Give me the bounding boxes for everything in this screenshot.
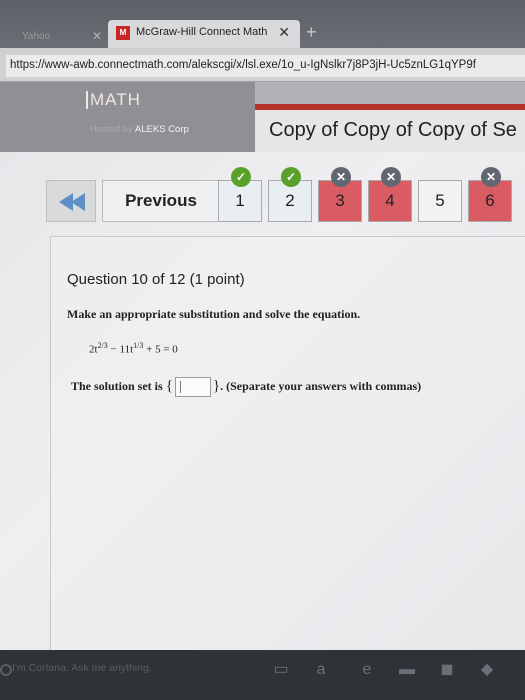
question-box-2[interactable]: ✓ 2 [268, 167, 312, 222]
amazon-icon[interactable]: a [312, 661, 330, 679]
answer-input[interactable] [174, 377, 211, 397]
tab-label: McGraw-Hill Connect Math [136, 26, 268, 38]
question-box-4[interactable]: ✕ 4 [368, 167, 412, 222]
solution-prefix: The solution set is [71, 378, 163, 393]
question-box-1[interactable]: ✓ 1 [218, 167, 262, 222]
hosted-by-label: Hosted by [90, 124, 133, 135]
rewind-arrow-icon[interactable] [46, 180, 96, 222]
browser-tab-strip: Yahoo ✕ M McGraw-Hill Connect Math ✕ + [0, 0, 525, 48]
equation-term-2: − 11t [107, 343, 134, 356]
question-number: 6 [485, 191, 495, 210]
question-number: 1 [235, 191, 245, 210]
favicon-icon: M [116, 26, 130, 40]
tab-label: Yahoo [22, 31, 51, 42]
equation-term-1: 2t [89, 343, 98, 356]
hosted-company: ALEKS Corp [134, 124, 189, 135]
equation-exponent-2: 1/3 [133, 341, 144, 350]
url-field[interactable]: https://www-awb.connectmath.com/alekscgi… [6, 55, 525, 77]
equation-exponent-1: 2/3 [97, 341, 108, 350]
address-bar: https://www-awb.connectmath.com/alekscgi… [0, 48, 525, 82]
close-icon[interactable]: ✕ [92, 29, 102, 43]
question-number: 3 [335, 191, 345, 210]
math-logo: MATH [86, 91, 141, 109]
question-title: Question 10 of 12 (1 point) [67, 271, 245, 288]
x-mark-icon: ✕ [481, 167, 501, 187]
equation-tail: + 5 = 0 [143, 343, 178, 356]
question-box-6[interactable]: ✕ 6 [468, 167, 512, 222]
course-title: Copy of Copy of Copy of Se [269, 119, 517, 141]
question-number: 5 [435, 191, 445, 210]
checkmark-icon: ✓ [231, 167, 251, 187]
question-box-3[interactable]: ✕ 3 [318, 167, 362, 222]
brand-band: MATH Hosted by ALEKS Corp [0, 82, 255, 152]
x-mark-icon: ✕ [331, 167, 351, 187]
solution-line: The solution set is {}. (Separate your a… [71, 377, 421, 397]
dropbox-icon[interactable]: ◆ [478, 661, 496, 679]
file-explorer-icon[interactable]: ▬ [398, 661, 416, 679]
main-content: Previous ✓ 1 ✓ 2 ✕ 3 ✕ 4 5 ✕ 6 Question … [0, 152, 525, 650]
equation: 2t2/3 − 11t1/3 + 5 = 0 [89, 341, 178, 356]
open-brace: { [165, 377, 173, 394]
browser-tab-inactive[interactable]: Yahoo ✕ [0, 26, 110, 48]
solution-suffix: . (Separate your answers with commas) [220, 378, 422, 393]
cortana-search[interactable]: I'm Cortana. Ask me anything. [0, 658, 250, 682]
question-box-5[interactable]: 5 [418, 180, 462, 222]
x-mark-icon: ✕ [381, 167, 401, 187]
question-panel: Question 10 of 12 (1 point) Make an appr… [50, 236, 525, 650]
task-view-icon[interactable]: ▭ [272, 661, 290, 679]
question-number: 2 [285, 191, 295, 210]
question-number: 4 [385, 191, 395, 210]
new-tab-icon[interactable]: + [306, 22, 317, 43]
course-header: Copy of Copy of Copy of Se [255, 110, 525, 152]
close-icon[interactable]: ✕ [278, 24, 290, 41]
previous-button[interactable]: Previous [102, 180, 220, 222]
edge-icon[interactable]: e [358, 661, 376, 679]
close-brace: } [212, 377, 221, 394]
site-header: MATH Hosted by ALEKS Corp Copy of Copy o… [0, 82, 525, 152]
browser-tab-active[interactable]: M McGraw-Hill Connect Math ✕ [108, 20, 300, 48]
question-instruction: Make an appropriate substitution and sol… [67, 307, 361, 321]
windows-taskbar: I'm Cortana. Ask me anything. ▭ a e ▬ ◼ … [0, 650, 525, 700]
hosted-by: Hosted by ALEKS Corp [90, 124, 189, 135]
store-icon[interactable]: ◼ [438, 661, 456, 679]
checkmark-icon: ✓ [281, 167, 301, 187]
